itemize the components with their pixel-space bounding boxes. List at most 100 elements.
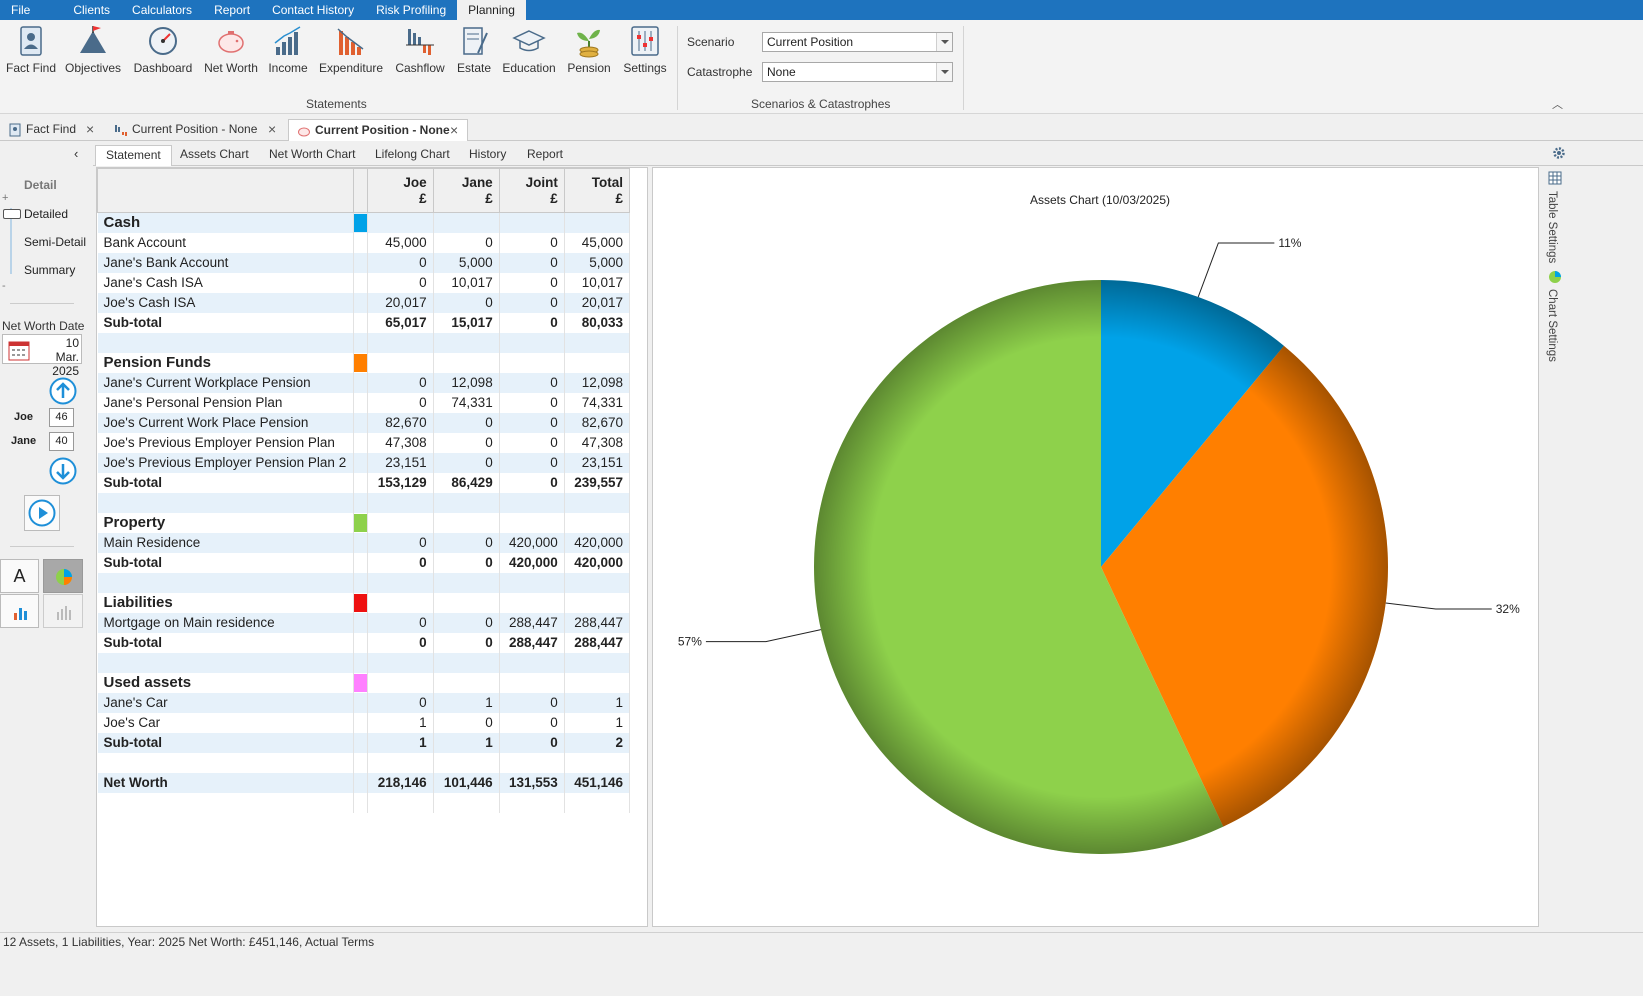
level-detailed[interactable]: Detailed xyxy=(24,207,68,221)
value-cell: 0 xyxy=(367,632,434,653)
tab-statement[interactable]: Statement xyxy=(95,145,172,166)
bar-chart-view-button[interactable] xyxy=(0,594,39,628)
column-header[interactable]: Joe £ xyxy=(367,168,434,213)
value-cell: 0 xyxy=(433,712,500,733)
category-color-swatch xyxy=(354,353,368,372)
value-cell: 20,017 xyxy=(367,292,434,313)
scenario-select[interactable]: Current Position xyxy=(762,32,953,52)
detail-slider-thumb[interactable] xyxy=(3,209,21,219)
tab-history[interactable]: History xyxy=(459,145,516,166)
pie-chart-icon xyxy=(56,569,72,585)
empty-cell xyxy=(367,592,434,613)
menu-calculators[interactable]: Calculators xyxy=(121,0,203,20)
play-button[interactable] xyxy=(24,495,60,531)
stacked-chart-view-button[interactable] xyxy=(43,594,83,628)
person-jane-age-input[interactable]: 40 xyxy=(49,432,74,451)
pension-button[interactable]: Pension xyxy=(566,23,612,83)
row-label-cell: Jane's Car xyxy=(97,692,355,713)
menu-contact-history[interactable]: Contact History xyxy=(261,0,365,20)
arrow-down-icon[interactable] xyxy=(48,456,78,486)
value-cell: 15,017 xyxy=(433,312,500,333)
value-cell: 12,098 xyxy=(564,372,631,393)
menu-file[interactable]: File xyxy=(0,0,41,20)
column-header[interactable]: Jane £ xyxy=(432,168,500,213)
menu-bar: File Clients Calculators Report Contact … xyxy=(0,0,1643,20)
empty-cell xyxy=(433,352,500,373)
table-row: Main Residence 0 0 420,000 420,000 xyxy=(97,532,631,553)
row-label-cell: Joe's Current Work Place Pension xyxy=(97,412,355,433)
text-view-button[interactable]: A xyxy=(0,559,39,593)
close-icon[interactable]: × xyxy=(86,119,94,139)
empty-cell xyxy=(367,332,434,353)
dashboard-button[interactable]: Dashboard xyxy=(131,23,195,83)
doc-tab-cashflow[interactable]: Current Position - None × xyxy=(106,119,286,141)
category-color-cell xyxy=(353,512,369,533)
empty-cell xyxy=(97,332,355,353)
tab-net-worth-chart[interactable]: Net Worth Chart xyxy=(259,145,365,166)
chart-settings-tab[interactable]: Chart Settings xyxy=(1546,289,1558,362)
expenditure-button[interactable]: Expenditure xyxy=(319,23,383,83)
net-worth-button[interactable]: Net Worth xyxy=(202,23,260,83)
value-cell: 0 xyxy=(499,472,565,493)
empty-cell xyxy=(433,592,500,613)
column-header[interactable]: Joint £ xyxy=(498,168,565,213)
close-icon[interactable]: × xyxy=(268,119,276,139)
value-cell: 74,331 xyxy=(433,392,500,413)
pie-chart-icon xyxy=(1549,271,1561,283)
menu-clients[interactable]: Clients xyxy=(41,0,121,20)
education-button[interactable]: Education xyxy=(502,23,556,83)
arrow-up-icon[interactable] xyxy=(48,376,78,406)
empty-cell xyxy=(499,492,565,513)
gear-icon[interactable] xyxy=(1552,146,1566,160)
chevron-down-icon[interactable] xyxy=(936,33,952,51)
header-blank xyxy=(353,168,369,213)
tab-lifelong-chart[interactable]: Lifelong Chart xyxy=(365,145,460,166)
empty-cell xyxy=(499,512,565,533)
bar-chart-icon xyxy=(14,608,27,620)
doc-tab-net-worth[interactable]: Current Position - None × xyxy=(288,119,468,141)
menu-report[interactable]: Report xyxy=(203,0,261,20)
doc-tab-fact-find[interactable]: Fact Find × xyxy=(0,119,104,141)
leader-line xyxy=(1385,602,1492,610)
row-label-cell: Sub-total xyxy=(97,632,355,653)
table-settings-tab[interactable]: Table Settings xyxy=(1546,191,1558,263)
menu-planning[interactable]: Planning xyxy=(457,0,526,20)
table-row: Jane's Current Workplace Pension 0 12,098 0… xyxy=(97,372,631,393)
table-row: Joe's Previous Employer Pension Plan 47,3… xyxy=(97,432,631,453)
fact-find-icon xyxy=(9,123,21,137)
settings-button[interactable]: Settings xyxy=(622,23,668,83)
level-semi-detail[interactable]: Semi-Detail xyxy=(24,235,86,249)
estate-button[interactable]: Estate xyxy=(455,23,493,83)
tab-assets-chart[interactable]: Assets Chart xyxy=(170,145,259,166)
tab-report[interactable]: Report xyxy=(517,145,573,166)
close-icon[interactable]: × xyxy=(450,120,458,140)
net-worth-date-picker[interactable]: 10 Mar. 2025 xyxy=(2,334,82,378)
cashflow-button[interactable]: Cashflow xyxy=(393,23,447,83)
level-summary[interactable]: Summary xyxy=(24,263,75,277)
value-cell: 0 xyxy=(367,552,434,573)
chevron-down-icon[interactable] xyxy=(936,63,952,81)
catastrophe-select[interactable]: None xyxy=(762,62,953,82)
person-joe-age-input[interactable]: 46 xyxy=(49,408,74,427)
fact-find-button[interactable]: Fact Find xyxy=(6,23,56,83)
section-header-row: Property xyxy=(97,512,631,533)
objectives-button[interactable]: Objectives xyxy=(64,23,122,83)
empty-cell xyxy=(499,652,565,673)
value-cell: 47,308 xyxy=(367,432,434,453)
section-header-row: Pension Funds xyxy=(97,352,631,373)
table-row: Jane's Bank Account 0 5,000 0 5,000 xyxy=(97,252,631,273)
category-color-cell xyxy=(353,472,369,493)
category-color-cell xyxy=(353,632,369,653)
empty-cell xyxy=(367,672,434,693)
column-header[interactable]: Total £ xyxy=(563,168,631,213)
pie-chart-view-button[interactable] xyxy=(43,559,83,593)
collapse-panel-icon[interactable]: ‹ xyxy=(74,146,78,161)
table-row: Joe's Cash ISA 20,017 0 0 20,017 xyxy=(97,292,631,313)
column-header-unit: £ xyxy=(550,190,558,206)
collapse-ribbon-icon[interactable]: ︿ xyxy=(1552,96,1563,112)
income-button[interactable]: Income xyxy=(266,23,310,83)
menu-risk-profiling[interactable]: Risk Profiling xyxy=(365,0,457,20)
empty-cell xyxy=(353,332,369,353)
empty-cell xyxy=(499,752,565,773)
net-worth-date-label: Net Worth Date xyxy=(2,319,85,333)
